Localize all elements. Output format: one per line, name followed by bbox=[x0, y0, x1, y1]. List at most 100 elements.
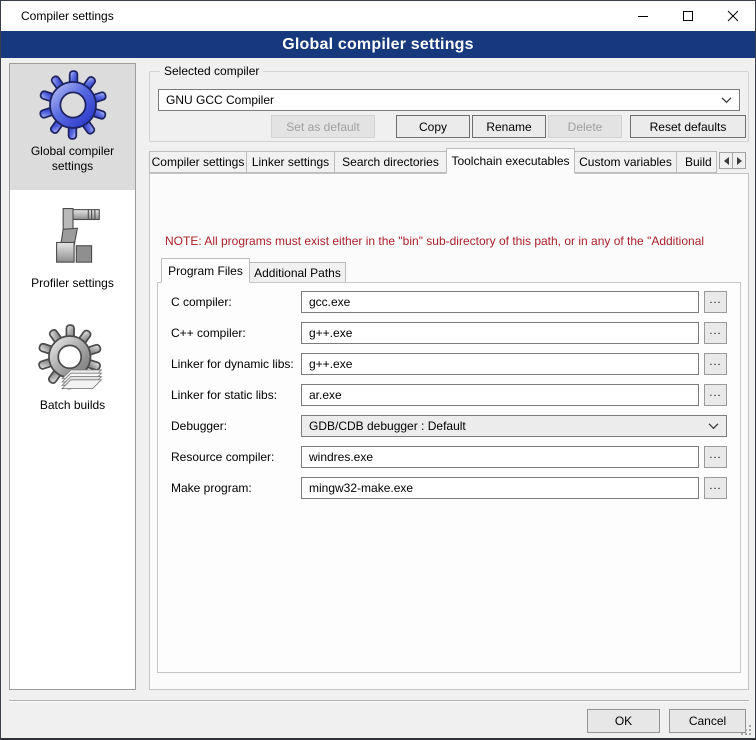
reset-defaults-button[interactable]: Reset defaults bbox=[630, 115, 746, 138]
static-linker-row: Linker for static libs: ar.exe ... bbox=[157, 384, 741, 406]
ellipsis-icon: ... bbox=[709, 294, 721, 306]
field-label: Linker for dynamic libs: bbox=[171, 357, 294, 371]
browse-dynamic-linker-button[interactable]: ... bbox=[704, 353, 727, 375]
resize-grip[interactable] bbox=[741, 725, 752, 736]
field-label: Resource compiler: bbox=[171, 450, 274, 464]
static-linker-input[interactable]: ar.exe bbox=[301, 384, 699, 406]
make-program-input[interactable]: mingw32-make.exe bbox=[301, 477, 699, 499]
debugger-select[interactable]: GDB/CDB debugger : Default bbox=[301, 415, 727, 437]
tab-search-directories[interactable]: Search directories bbox=[334, 151, 447, 173]
delete-button[interactable]: Delete bbox=[548, 115, 622, 138]
rename-button[interactable]: Rename bbox=[472, 115, 546, 138]
tab-label: Build bbox=[685, 155, 712, 169]
field-value: mingw32-make.exe bbox=[309, 481, 413, 495]
page-title: Global compiler settings bbox=[282, 36, 474, 54]
resource-compiler-input[interactable]: windres.exe bbox=[301, 446, 699, 468]
field-value: ar.exe bbox=[309, 388, 342, 402]
tab-label: Compiler settings bbox=[152, 155, 245, 169]
browse-c-compiler-button[interactable]: ... bbox=[704, 291, 727, 313]
resource-compiler-row: Resource compiler: windres.exe ... bbox=[157, 446, 741, 468]
minimize-button[interactable] bbox=[620, 1, 665, 31]
sidebar-item-global-compiler-settings[interactable]: Global compiler settings bbox=[10, 64, 135, 190]
button-label: Delete bbox=[568, 120, 603, 134]
compiler-settings-dialog: Compiler settings Global compiler settin… bbox=[0, 0, 756, 740]
chevron-down-icon bbox=[721, 97, 732, 104]
ellipsis-icon: ... bbox=[709, 387, 721, 399]
tab-compiler-settings[interactable]: Compiler settings bbox=[149, 151, 247, 173]
tab-label: Additional Paths bbox=[254, 266, 341, 280]
dynamic-linker-input[interactable]: g++.exe bbox=[301, 353, 699, 375]
tab-label: Program Files bbox=[168, 264, 243, 278]
caliper-icon bbox=[38, 202, 108, 272]
compiler-select[interactable]: GNU GCC Compiler bbox=[158, 89, 740, 111]
maximize-icon bbox=[682, 10, 694, 22]
sidebar-item-profiler-settings[interactable]: Profiler settings bbox=[10, 196, 135, 304]
close-icon bbox=[727, 10, 739, 22]
field-label: Linker for static libs: bbox=[171, 388, 277, 402]
set-as-default-button[interactable]: Set as default bbox=[271, 115, 375, 138]
minimize-icon bbox=[637, 10, 649, 22]
sidebar-item-label: Batch builds bbox=[10, 394, 135, 421]
cancel-button[interactable]: Cancel bbox=[669, 709, 746, 733]
tab-linker-settings[interactable]: Linker settings bbox=[246, 151, 335, 173]
ok-button[interactable]: OK bbox=[587, 709, 660, 733]
settings-category-list: Global compiler settings Profile bbox=[9, 63, 136, 690]
tab-label: Custom variables bbox=[579, 155, 672, 169]
ellipsis-icon: ... bbox=[709, 480, 721, 492]
ellipsis-icon: ... bbox=[709, 325, 721, 337]
arrow-right-icon bbox=[737, 157, 742, 165]
field-label: Make program: bbox=[171, 481, 252, 495]
subtab-additional-paths[interactable]: Additional Paths bbox=[249, 262, 346, 283]
field-value: g++.exe bbox=[309, 326, 352, 340]
group-label: Selected compiler bbox=[160, 64, 263, 78]
compiler-select-value: GNU GCC Compiler bbox=[166, 93, 274, 107]
subtab-program-files[interactable]: Program Files bbox=[161, 258, 250, 283]
window-title: Compiler settings bbox=[21, 9, 114, 23]
browse-cpp-compiler-button[interactable]: ... bbox=[704, 322, 727, 344]
tab-label: Linker settings bbox=[252, 155, 329, 169]
tab-label: Search directories bbox=[342, 155, 439, 169]
debugger-row: Debugger: GDB/CDB debugger : Default bbox=[157, 415, 741, 437]
sidebar-item-label: Profiler settings bbox=[10, 272, 135, 299]
close-button[interactable] bbox=[710, 1, 755, 31]
field-label: C compiler: bbox=[171, 295, 232, 309]
blue-gear-icon bbox=[38, 70, 108, 140]
ellipsis-icon: ... bbox=[709, 356, 721, 368]
footer-separator bbox=[9, 700, 749, 702]
field-label: Debugger: bbox=[171, 419, 227, 433]
chevron-down-icon bbox=[708, 423, 719, 430]
field-value: windres.exe bbox=[309, 450, 373, 464]
button-label: Cancel bbox=[689, 714, 726, 728]
tab-custom-variables[interactable]: Custom variables bbox=[574, 151, 677, 173]
field-value: gcc.exe bbox=[309, 295, 350, 309]
cpp-compiler-input[interactable]: g++.exe bbox=[301, 322, 699, 344]
field-label: C++ compiler: bbox=[171, 326, 246, 340]
tab-toolchain-executables[interactable]: Toolchain executables bbox=[446, 148, 575, 174]
installation-note: NOTE: All programs must exist either in … bbox=[165, 234, 741, 248]
button-label: OK bbox=[615, 714, 632, 728]
tab-label: Toolchain executables bbox=[451, 154, 569, 168]
browse-make-program-button[interactable]: ... bbox=[704, 477, 727, 499]
make-program-row: Make program: mingw32-make.exe ... bbox=[157, 477, 741, 499]
c-compiler-input[interactable]: gcc.exe bbox=[301, 291, 699, 313]
dynamic-linker-row: Linker for dynamic libs: g++.exe ... bbox=[157, 353, 741, 375]
sidebar-item-label: Global compiler settings bbox=[10, 140, 135, 182]
button-label: Copy bbox=[419, 120, 447, 134]
tab-scroll-left-button[interactable] bbox=[719, 152, 733, 169]
tab-build-options-clipped[interactable]: Build bbox=[676, 151, 717, 173]
cpp-compiler-row: C++ compiler: g++.exe ... bbox=[157, 322, 741, 344]
field-value: g++.exe bbox=[309, 357, 352, 371]
tab-scroll-right-button[interactable] bbox=[732, 152, 746, 169]
arrow-left-icon bbox=[724, 157, 729, 165]
dialog-banner: Global compiler settings bbox=[1, 31, 755, 58]
sidebar-item-batch-builds[interactable]: Batch builds bbox=[10, 318, 135, 434]
button-label: Rename bbox=[486, 120, 531, 134]
copy-button[interactable]: Copy bbox=[396, 115, 470, 138]
field-value: GDB/CDB debugger : Default bbox=[309, 419, 466, 433]
maximize-button[interactable] bbox=[665, 1, 710, 31]
titlebar: Compiler settings bbox=[1, 1, 755, 31]
browse-resource-compiler-button[interactable]: ... bbox=[704, 446, 727, 468]
c-compiler-row: C compiler: gcc.exe ... bbox=[157, 291, 741, 313]
browse-static-linker-button[interactable]: ... bbox=[704, 384, 727, 406]
button-label: Reset defaults bbox=[650, 120, 727, 134]
